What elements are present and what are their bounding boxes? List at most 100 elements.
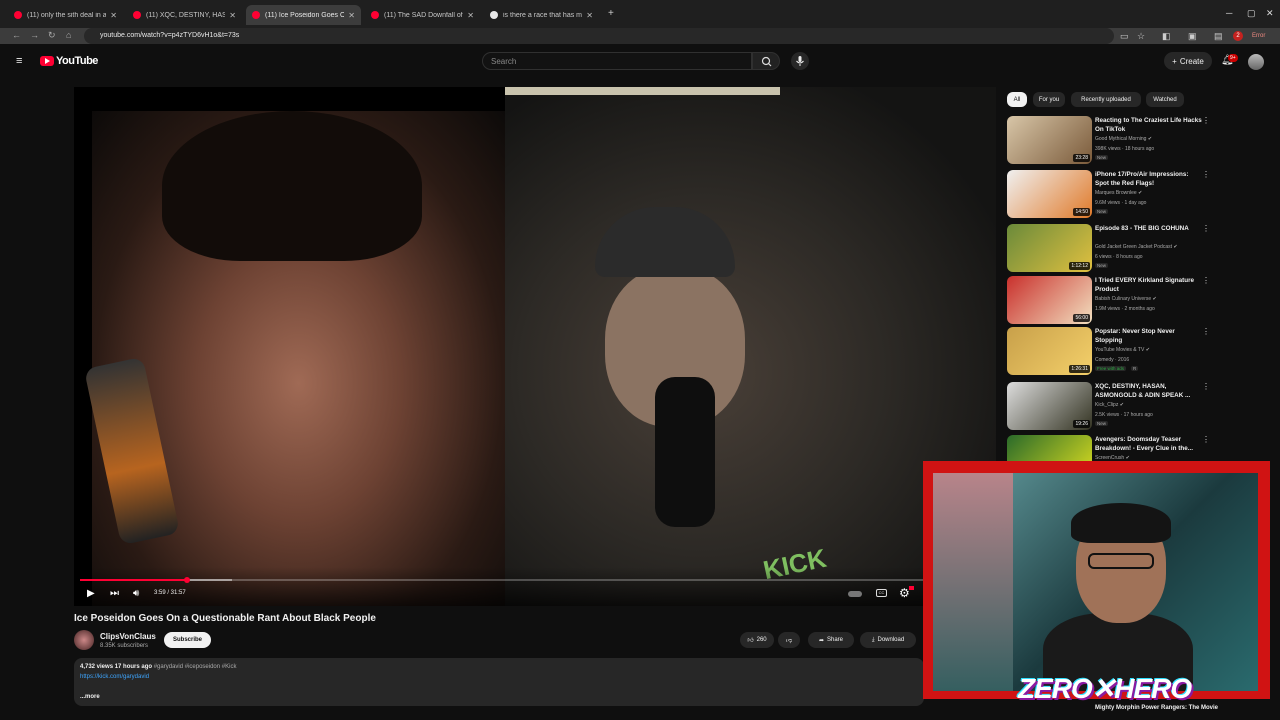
video-thumbnail[interactable]: 1:26:31 [1007,327,1092,375]
more-options-icon[interactable]: ⋮ [1202,382,1210,391]
more-options-icon[interactable]: ⋮ [1202,327,1210,336]
address-bar[interactable]: youtube.com/watch?v=p4zTYD6vH1o&t=73s [84,28,1114,44]
filter-chip[interactable]: All [1007,92,1027,107]
voice-search-button[interactable] [791,52,809,70]
recommended-title[interactable]: Popstar: Never Stop Never Stopping [1095,327,1203,345]
video-frame-left [83,111,505,606]
reload-icon[interactable]: ↻ [48,30,56,41]
status-badge: New [1095,155,1109,160]
browser-tab[interactable]: (11) Ice Poseidon Goes On a Q✕ [246,5,361,25]
channel-name[interactable]: ClipsVonClaus [100,632,156,641]
more-options-icon[interactable]: ⋮ [1202,224,1210,233]
channel-avatar[interactable] [74,630,94,650]
create-button[interactable]: + Create [1164,52,1212,70]
extensions-icon[interactable]: ◧ [1162,31,1171,42]
description-link[interactable]: https://kick.com/garydavid [80,674,149,680]
recommended-video[interactable]: 56:00 I Tried EVERY Kirkland Signature Pr… [1007,276,1217,324]
recommended-meta: 2.5K views · 17 hours ago [1095,412,1153,418]
filter-chip[interactable]: Watched [1146,92,1184,107]
volume-icon[interactable]: 🔊︎ [133,588,139,599]
recommended-title[interactable]: iPhone 17/Pro/Air Impressions: Spot the … [1095,170,1203,188]
recommended-video[interactable]: 1:26:31 Popstar: Never Stop Never Stoppin… [1007,327,1217,375]
recommended-video[interactable]: 23:28 Reacting to The Craziest Life Hacks… [1007,116,1217,164]
recommended-title[interactable]: I Tried EVERY Kirkland Signature Product [1095,276,1203,294]
dislike-button[interactable]: 👎︎ [778,632,800,648]
menu-icon[interactable]: ≡ [16,55,22,67]
close-tab-icon[interactable]: ✕ [110,11,117,20]
bookmark-star-icon[interactable]: ☆ [1137,31,1145,42]
more-options-icon[interactable]: ⋮ [1202,435,1210,444]
play-icon[interactable]: ▶ [87,588,95,599]
subscribe-button[interactable]: Subscribe [164,632,211,648]
show-more-button[interactable]: ...more [80,694,100,700]
minimize-icon[interactable]: ─ [1226,8,1232,18]
extension-icon[interactable]: ▤ [1214,31,1223,42]
error-pill[interactable]: Error [1248,31,1270,41]
recommended-video[interactable]: 19:26 XQC, DESTINY, HASAN, ASMONGOLD & AD… [1007,382,1217,430]
browser-tab[interactable]: (11) XQC, DESTINY, HASAN, AS✕ [127,5,242,25]
video-thumbnail[interactable]: 23:28 [1007,116,1092,164]
recommended-channel[interactable]: Marques Brownlee ✔ [1095,190,1142,196]
more-options-icon[interactable]: ⋮ [1202,116,1210,125]
recommended-title[interactable]: Episode 83 - THE BIG COHUNA [1095,224,1203,233]
filter-chip[interactable]: For you [1033,92,1065,107]
autoplay-toggle[interactable] [848,591,862,597]
search-button[interactable] [752,52,780,70]
close-tab-icon[interactable]: ✕ [586,11,593,20]
share-icon: ➦ [818,637,824,644]
cast-icon[interactable]: ▭ [1120,31,1129,42]
video-thumbnail[interactable]: 14:50 [1007,170,1092,218]
forward-icon[interactable]: → [30,30,39,40]
hashtags[interactable]: #garydavid #iceposeidon #Kick [154,664,237,670]
share-button[interactable]: ➦ Share [808,632,854,648]
recommended-title[interactable]: Avengers: Doomsday Teaser Breakdown! - E… [1095,435,1203,453]
more-options-icon[interactable]: ⋮ [1202,276,1210,285]
video-thumbnail[interactable]: 56:00 [1007,276,1092,324]
recommended-title[interactable]: Reacting to The Craziest Life Hacks On T… [1095,116,1203,134]
account-avatar[interactable] [1248,54,1264,70]
youtube-favicon [252,11,260,19]
partial-recommendation-title[interactable]: Mighty Morphin Power Rangers: The Movie [1095,705,1218,711]
new-tab-button[interactable]: + [608,8,614,19]
next-icon[interactable]: ⏭︎ [110,588,119,599]
home-icon[interactable]: ⌂ [66,30,71,40]
recommended-video[interactable]: 14:50 iPhone 17/Pro/Air Impressions: Spot… [1007,170,1217,218]
browser-tab[interactable]: is there a race that has more m ✕ [484,5,599,25]
sidepanel-icon[interactable]: ▣ [1188,31,1197,42]
maximize-icon[interactable]: ▢ [1247,8,1256,19]
video-player[interactable]: KICK [74,87,996,606]
like-button[interactable]: 👍︎ 260 [740,632,774,648]
close-tab-icon[interactable]: ✕ [467,11,474,20]
plus-icon: + [1172,56,1177,66]
captions-button[interactable]: CC [876,589,887,597]
google-favicon [490,11,498,19]
close-tab-icon[interactable]: ✕ [348,11,355,20]
recommended-channel[interactable]: Gold Jacket Green Jacket Podcast ✔ [1095,244,1178,250]
scrubber-handle[interactable] [183,577,190,583]
close-window-icon[interactable]: ✕ [1266,8,1274,19]
video-thumbnail[interactable]: 1:12:12 [1007,224,1092,272]
description-meta: 4,732 views 17 hours ago #garydavid #ice… [80,664,236,670]
youtube-logo-text[interactable]: YouTube [56,55,98,67]
close-tab-icon[interactable]: ✕ [229,11,236,20]
recommended-channel[interactable]: YouTube Movies & TV ✔ [1095,347,1150,353]
back-icon[interactable]: ← [12,30,21,40]
recommended-channel[interactable]: Babish Culinary Universe ✔ [1095,296,1157,302]
more-options-icon[interactable]: ⋮ [1202,170,1210,179]
search-input[interactable]: Search [482,52,752,70]
profile-badge[interactable]: 2 [1233,31,1243,41]
browser-tab[interactable]: (11) only the sith deal in absolu✕ [8,5,123,25]
duration-badge: 19:26 [1073,420,1090,428]
browser-tab[interactable]: (11) The SAD Downfall of Justin ✕ [365,5,480,25]
tab-title: (11) Ice Poseidon Goes On a Q [265,11,345,19]
recommended-channel[interactable]: Kick_Clipz ✔ [1095,402,1124,408]
youtube-logo-icon[interactable] [40,56,54,66]
recommended-channel[interactable]: Good Mythical Morning ✔ [1095,136,1152,142]
filter-chip[interactable]: Recently uploaded [1071,92,1141,107]
recommended-title[interactable]: XQC, DESTINY, HASAN, ASMONGOLD & ADIN SP… [1095,382,1203,400]
status-badge: New [1095,263,1109,268]
recommended-video[interactable]: 1:12:12 Episode 83 - THE BIG COHUNA Gold J… [1007,224,1217,272]
video-thumbnail[interactable]: 19:26 [1007,382,1092,430]
download-button[interactable]: ⤓ Download [860,632,916,648]
verified-icon: ✔ [1138,190,1143,196]
